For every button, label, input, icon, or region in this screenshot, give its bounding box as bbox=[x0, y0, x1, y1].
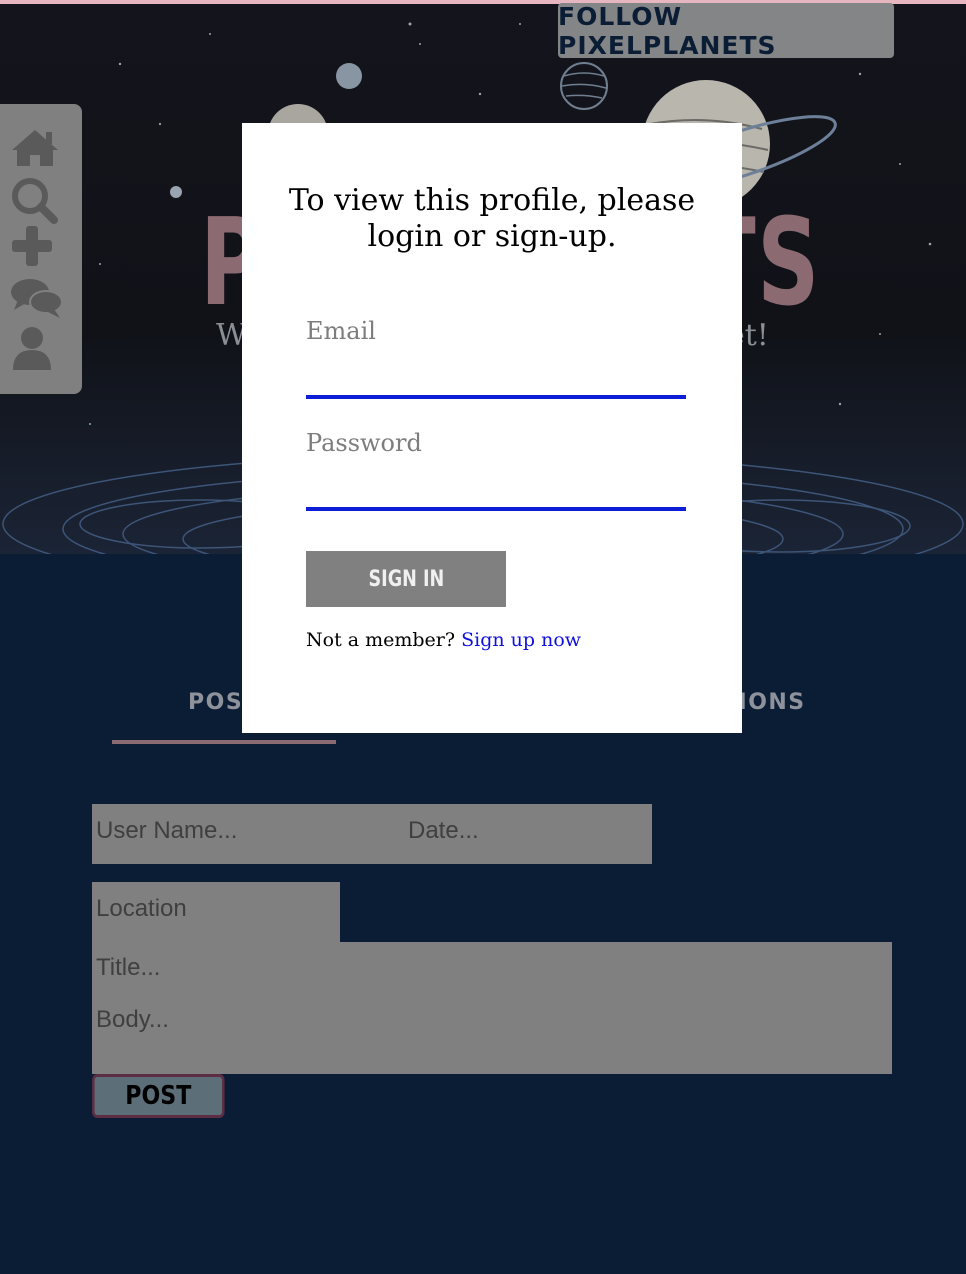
body-textarea[interactable]: Body... bbox=[96, 1006, 169, 1034]
location-placeholder: Location bbox=[96, 895, 187, 922]
username-date-row: User Name... Date... bbox=[92, 804, 652, 864]
username-input[interactable]: User Name... bbox=[96, 817, 237, 845]
title-body-area: Title... Body... bbox=[92, 942, 892, 1074]
user-icon bbox=[13, 327, 51, 370]
member-text: Not a member? bbox=[306, 629, 456, 651]
email-field[interactable] bbox=[306, 345, 686, 399]
location-input[interactable]: Location bbox=[92, 882, 340, 944]
date-input[interactable]: Date... bbox=[408, 817, 479, 845]
signup-link[interactable]: Sign up now bbox=[461, 629, 581, 651]
search-icon bbox=[12, 178, 58, 224]
sidebar-nav bbox=[0, 104, 82, 394]
active-tab-indicator bbox=[112, 740, 336, 744]
sign-in-button[interactable]: SIGN IN bbox=[306, 551, 506, 607]
modal-title-line2: login or sign-up. bbox=[367, 219, 617, 254]
modal-title: To view this profile, please login or si… bbox=[242, 183, 742, 255]
login-modal: To view this profile, please login or si… bbox=[242, 123, 742, 733]
follow-button[interactable]: FOLLOW PIXELPLANETS bbox=[558, 2, 894, 60]
password-label: Password bbox=[306, 429, 422, 457]
chat-icon bbox=[11, 279, 63, 318]
sidebar-item-home[interactable] bbox=[10, 126, 64, 170]
sidebar-item-profile[interactable] bbox=[10, 326, 64, 370]
sidebar-item-messages[interactable] bbox=[10, 276, 64, 320]
signup-prompt: Not a member? Sign up now bbox=[306, 629, 581, 651]
home-icon bbox=[12, 130, 58, 166]
email-label: Email bbox=[306, 317, 376, 345]
sidebar-item-add[interactable] bbox=[10, 224, 64, 268]
sidebar-item-search[interactable] bbox=[10, 176, 64, 224]
password-field[interactable] bbox=[306, 457, 686, 511]
modal-title-line1: To view this profile, please bbox=[288, 183, 696, 218]
title-input[interactable]: Title... bbox=[96, 954, 160, 982]
plus-icon bbox=[12, 226, 52, 266]
post-button[interactable]: POST bbox=[92, 1074, 225, 1118]
sign-in-label: SIGN IN bbox=[368, 566, 444, 592]
